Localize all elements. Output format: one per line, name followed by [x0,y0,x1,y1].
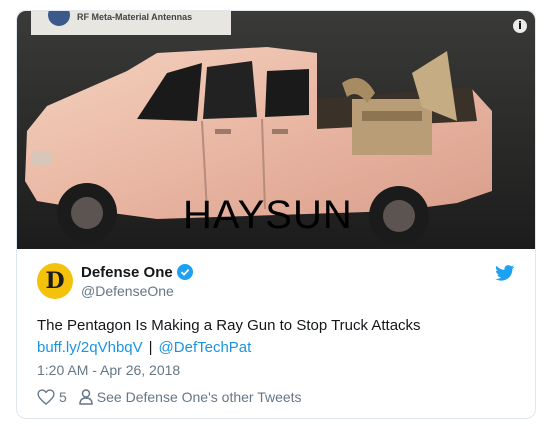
watermark-text: HAYSUN [183,193,353,237]
twitter-bird-icon[interactable] [495,265,515,281]
like-count: 5 [59,389,67,405]
shortened-link[interactable]: buff.ly/2qVhbqV [37,339,143,356]
tweet-actions: 5 See Defense One's other Tweets [37,389,302,405]
info-icon[interactable]: i [513,19,527,33]
verified-icon [176,264,193,280]
like-button[interactable]: 5 [37,389,67,405]
profile-link[interactable]: See Defense One's other Tweets [79,389,302,405]
sign-label: RF Meta-Material Antennas [77,12,192,22]
author-display-name[interactable]: Defense One [81,264,173,281]
tweet-text: The Pentagon Is Making a Ray Gun to Stop… [37,317,421,334]
avatar[interactable]: D [37,263,73,299]
mention-link[interactable]: @DefTechPat [159,339,252,356]
tweet-body: The Pentagon Is Making a Ray Gun to Stop… [37,315,517,359]
tweet-author[interactable]: D Defense One @DefenseOne [37,263,193,299]
author-handle[interactable]: @DefenseOne [81,283,193,299]
person-icon [79,389,93,405]
embedded-tweet-card[interactable]: RF Meta-Material Antennas i HAYSUN D Def… [16,10,536,419]
profile-link-label: See Defense One's other Tweets [96,389,302,405]
tweet-timestamp[interactable]: 1:20 AM - Apr 26, 2018 [37,362,180,378]
tweet-photo[interactable]: RF Meta-Material Antennas i HAYSUN [17,11,535,249]
separator: | [148,339,153,356]
heart-icon [37,389,55,405]
